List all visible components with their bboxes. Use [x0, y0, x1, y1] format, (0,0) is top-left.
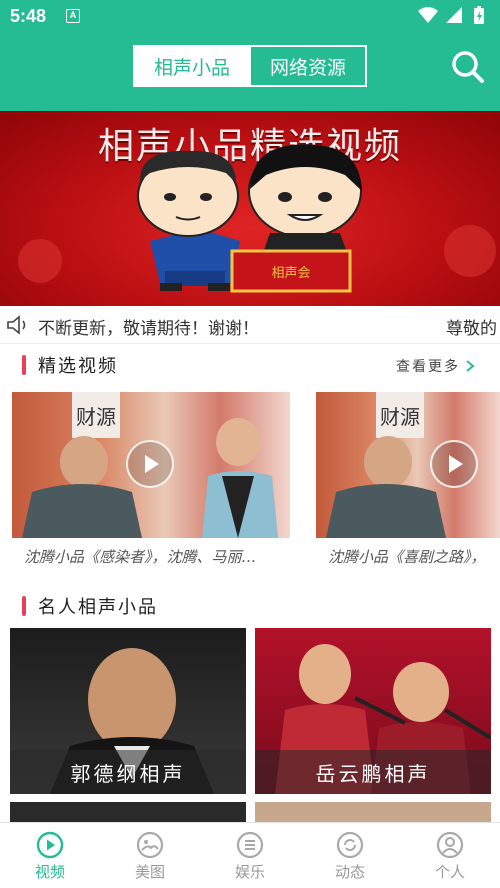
play-button[interactable]: [126, 440, 174, 488]
section-bar: [22, 355, 26, 375]
celebrity-label-2: 岳云鹏相声: [255, 750, 491, 794]
section-featured-title: 精选视频: [38, 356, 118, 377]
play-icon: [36, 831, 64, 859]
banner-illustration: 相声会: [18, 144, 496, 293]
video-card-2[interactable]: 财源: [316, 392, 500, 538]
tab-profile[interactable]: 个人: [400, 823, 500, 888]
tab-profile-label: 个人: [434, 863, 465, 881]
person-icon: [436, 831, 464, 859]
notice-text-continued: 尊敬的: [446, 319, 497, 339]
list-icon: [236, 831, 264, 859]
video-card-1[interactable]: 财源: [12, 392, 290, 538]
play-icon: [145, 455, 159, 473]
section-celebrities: 名人相声小品: [22, 593, 158, 619]
video-1-poster-text: 财源: [76, 405, 116, 429]
tab-video-label: 视频: [34, 863, 65, 881]
status-icons: [418, 6, 484, 24]
tab-feed-label: 动态: [334, 863, 365, 881]
banner-sign: 相声会: [271, 266, 310, 281]
tab-feed[interactable]: 动态: [300, 823, 400, 888]
play-button[interactable]: [430, 440, 478, 488]
app-header: 5:48 A 相声小品 网络资源: [0, 0, 500, 111]
tab-images[interactable]: 美图: [100, 823, 200, 888]
signal-icon: [446, 7, 462, 23]
section-bar: [22, 596, 26, 616]
video-2-poster-text: 财源: [380, 405, 420, 429]
tab-images-label: 美图: [134, 863, 165, 881]
video-caption-2[interactable]: 沈腾小品《喜剧之路》，: [328, 546, 500, 567]
section-featured: 精选视频: [22, 352, 118, 378]
notice-text: 不断更新，敬请期待！谢谢！: [38, 319, 259, 339]
search-icon[interactable]: [450, 49, 486, 85]
category-tabs: 相声小品 网络资源: [133, 45, 367, 87]
play-icon: [449, 455, 463, 473]
notice-bar: 不断更新，敬请期待！谢谢！ 尊敬的: [0, 306, 500, 344]
celebrity-card-2[interactable]: 岳云鹏相声: [255, 628, 491, 794]
celebrity-card-4[interactable]: [255, 802, 491, 822]
tab-video[interactable]: 视频: [0, 823, 100, 888]
tab-entertainment-label: 娱乐: [234, 863, 265, 881]
celebrity-label-1: 郭德纲相声: [10, 750, 246, 794]
refresh-icon: [336, 831, 364, 859]
tab-network-resources[interactable]: 网络资源: [249, 47, 365, 85]
status-time: 5:48: [10, 6, 47, 26]
promo-banner[interactable]: 相声小品精选视频 相声会: [0, 111, 500, 306]
view-more-label: 查看更多: [396, 359, 460, 375]
speaker-icon: [7, 315, 26, 335]
section-celebrities-title: 名人相声小品: [38, 597, 158, 618]
notification-icon: A: [66, 9, 80, 23]
celebrity-card-3[interactable]: [10, 802, 246, 822]
image-icon: [136, 831, 164, 859]
tab-crosstalk[interactable]: 相声小品: [135, 47, 249, 85]
status-bar: 5:48 A: [0, 0, 500, 34]
video-caption-1[interactable]: 沈腾小品《感染者》，沈腾、马丽…: [24, 546, 294, 567]
bottom-tab-bar: 视频 美图 娱乐 动态 个人: [0, 822, 500, 888]
chevron-right-icon: [466, 360, 475, 372]
celebrity-card-1[interactable]: 郭德纲相声: [10, 628, 246, 794]
wifi-icon: [418, 7, 438, 23]
view-more-link[interactable]: 查看更多: [396, 356, 476, 376]
tab-entertainment[interactable]: 娱乐: [200, 823, 300, 888]
